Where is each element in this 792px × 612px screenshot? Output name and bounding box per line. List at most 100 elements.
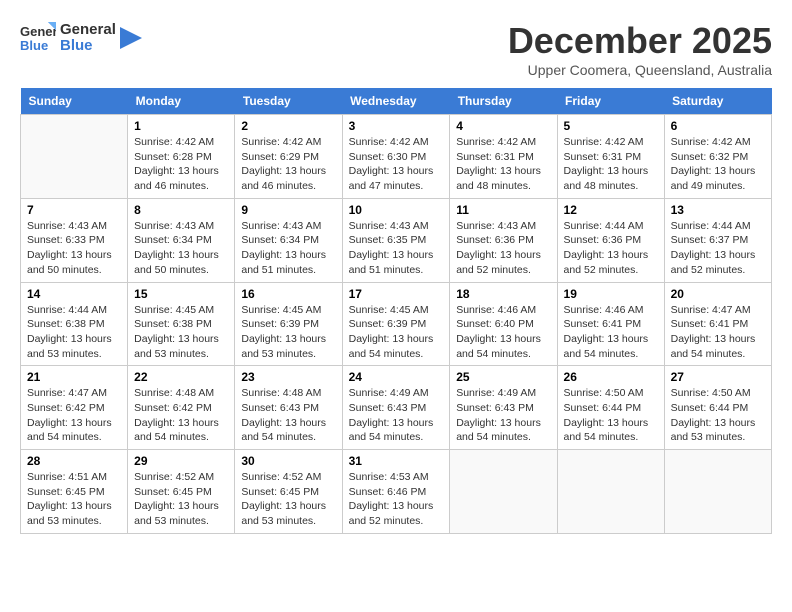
day-number: 9 — [241, 203, 335, 217]
day-number: 19 — [564, 287, 658, 301]
day-info: Sunrise: 4:45 AMSunset: 6:39 PMDaylight:… — [349, 303, 444, 362]
day-number: 16 — [241, 287, 335, 301]
day-cell-2-2: 16 Sunrise: 4:45 AMSunset: 6:39 PMDayligh… — [235, 282, 342, 366]
day-info: Sunrise: 4:43 AMSunset: 6:35 PMDaylight:… — [349, 219, 444, 278]
day-cell-1-2: 9 Sunrise: 4:43 AMSunset: 6:34 PMDaylight… — [235, 198, 342, 282]
day-number: 5 — [564, 119, 658, 133]
day-info: Sunrise: 4:42 AMSunset: 6:30 PMDaylight:… — [349, 135, 444, 194]
day-cell-2-4: 18 Sunrise: 4:46 AMSunset: 6:40 PMDayligh… — [450, 282, 557, 366]
day-info: Sunrise: 4:47 AMSunset: 6:42 PMDaylight:… — [27, 386, 121, 445]
header-sunday: Sunday — [21, 88, 128, 115]
day-number: 1 — [134, 119, 228, 133]
day-cell-2-0: 14Sunrise: 4:44 AMSunset: 6:38 PMDayligh… — [21, 282, 128, 366]
day-info: Sunrise: 4:46 AMSunset: 6:40 PMDaylight:… — [456, 303, 550, 362]
day-cell-4-6 — [664, 450, 771, 534]
day-cell-3-5: 26 Sunrise: 4:50 AMSunset: 6:44 PMDayligh… — [557, 366, 664, 450]
week-row-3: 14Sunrise: 4:44 AMSunset: 6:38 PMDayligh… — [21, 282, 772, 366]
day-info: Sunrise: 4:45 AMSunset: 6:39 PMDaylight:… — [241, 303, 335, 362]
day-info: Sunrise: 4:53 AMSunset: 6:46 PMDaylight:… — [349, 470, 444, 529]
day-info: Sunrise: 4:42 AMSunset: 6:31 PMDaylight:… — [564, 135, 658, 194]
day-number: 13 — [671, 203, 765, 217]
day-info: Sunrise: 4:48 AMSunset: 6:43 PMDaylight:… — [241, 386, 335, 445]
day-cell-0-0 — [21, 115, 128, 199]
day-cell-4-5 — [557, 450, 664, 534]
day-cell-0-3: 3 Sunrise: 4:42 AMSunset: 6:30 PMDaylight… — [342, 115, 450, 199]
day-info: Sunrise: 4:42 AMSunset: 6:29 PMDaylight:… — [241, 135, 335, 194]
svg-text:Blue: Blue — [20, 38, 48, 53]
day-cell-3-2: 23 Sunrise: 4:48 AMSunset: 6:43 PMDayligh… — [235, 366, 342, 450]
day-number: 31 — [349, 454, 444, 468]
day-number: 23 — [241, 370, 335, 384]
day-cell-2-5: 19 Sunrise: 4:46 AMSunset: 6:41 PMDayligh… — [557, 282, 664, 366]
header-thursday: Thursday — [450, 88, 557, 115]
day-cell-2-3: 17 Sunrise: 4:45 AMSunset: 6:39 PMDayligh… — [342, 282, 450, 366]
day-number: 25 — [456, 370, 550, 384]
day-number: 17 — [349, 287, 444, 301]
day-number: 8 — [134, 203, 228, 217]
day-number: 3 — [349, 119, 444, 133]
day-number: 10 — [349, 203, 444, 217]
day-cell-3-4: 25Sunrise: 4:49 AMSunset: 6:43 PMDayligh… — [450, 366, 557, 450]
day-cell-3-1: 22 Sunrise: 4:48 AMSunset: 6:42 PMDayligh… — [128, 366, 235, 450]
svg-text:General: General — [20, 24, 56, 39]
day-info: Sunrise: 4:42 AMSunset: 6:28 PMDaylight:… — [134, 135, 228, 194]
day-info: Sunrise: 4:42 AMSunset: 6:32 PMDaylight:… — [671, 135, 765, 194]
day-info: Sunrise: 4:51 AMSunset: 6:45 PMDaylight:… — [27, 470, 121, 529]
week-row-5: 28Sunrise: 4:51 AMSunset: 6:45 PMDayligh… — [21, 450, 772, 534]
logo-general: General — [60, 22, 116, 39]
day-info: Sunrise: 4:50 AMSunset: 6:44 PMDaylight:… — [564, 386, 658, 445]
month-title: December 2025 — [508, 20, 772, 62]
logo: General Blue General Blue — [20, 20, 142, 56]
day-info: Sunrise: 4:44 AMSunset: 6:37 PMDaylight:… — [671, 219, 765, 278]
header-tuesday: Tuesday — [235, 88, 342, 115]
day-info: Sunrise: 4:43 AMSunset: 6:36 PMDaylight:… — [456, 219, 550, 278]
day-cell-0-5: 5 Sunrise: 4:42 AMSunset: 6:31 PMDaylight… — [557, 115, 664, 199]
day-number: 18 — [456, 287, 550, 301]
header-wednesday: Wednesday — [342, 88, 450, 115]
day-cell-4-1: 29Sunrise: 4:52 AMSunset: 6:45 PMDayligh… — [128, 450, 235, 534]
day-cell-3-3: 24Sunrise: 4:49 AMSunset: 6:43 PMDayligh… — [342, 366, 450, 450]
day-cell-1-3: 10 Sunrise: 4:43 AMSunset: 6:35 PMDayligh… — [342, 198, 450, 282]
day-number: 29 — [134, 454, 228, 468]
week-row-4: 21 Sunrise: 4:47 AMSunset: 6:42 PMDayligh… — [21, 366, 772, 450]
day-number: 20 — [671, 287, 765, 301]
day-cell-4-4 — [450, 450, 557, 534]
title-block: December 2025 Upper Coomera, Queensland,… — [508, 20, 772, 78]
day-cell-2-1: 15 Sunrise: 4:45 AMSunset: 6:38 PMDayligh… — [128, 282, 235, 366]
day-cell-1-4: 11 Sunrise: 4:43 AMSunset: 6:36 PMDayligh… — [450, 198, 557, 282]
day-number: 11 — [456, 203, 550, 217]
day-cell-0-2: 2Sunrise: 4:42 AMSunset: 6:29 PMDaylight… — [235, 115, 342, 199]
header-friday: Friday — [557, 88, 664, 115]
day-number: 4 — [456, 119, 550, 133]
day-number: 14 — [27, 287, 121, 301]
day-number: 7 — [27, 203, 121, 217]
day-info: Sunrise: 4:44 AMSunset: 6:36 PMDaylight:… — [564, 219, 658, 278]
day-number: 6 — [671, 119, 765, 133]
day-number: 26 — [564, 370, 658, 384]
day-cell-4-0: 28Sunrise: 4:51 AMSunset: 6:45 PMDayligh… — [21, 450, 128, 534]
day-cell-1-1: 8 Sunrise: 4:43 AMSunset: 6:34 PMDaylight… — [128, 198, 235, 282]
day-cell-4-3: 31 Sunrise: 4:53 AMSunset: 6:46 PMDayligh… — [342, 450, 450, 534]
header-monday: Monday — [128, 88, 235, 115]
day-info: Sunrise: 4:43 AMSunset: 6:33 PMDaylight:… — [27, 219, 121, 278]
day-number: 24 — [349, 370, 444, 384]
day-cell-0-1: 1 Sunrise: 4:42 AMSunset: 6:28 PMDaylight… — [128, 115, 235, 199]
day-number: 15 — [134, 287, 228, 301]
day-info: Sunrise: 4:52 AMSunset: 6:45 PMDaylight:… — [241, 470, 335, 529]
logo-arrow-icon — [120, 27, 142, 49]
day-info: Sunrise: 4:43 AMSunset: 6:34 PMDaylight:… — [241, 219, 335, 278]
day-info: Sunrise: 4:43 AMSunset: 6:34 PMDaylight:… — [134, 219, 228, 278]
day-number: 21 — [27, 370, 121, 384]
day-info: Sunrise: 4:46 AMSunset: 6:41 PMDaylight:… — [564, 303, 658, 362]
location-title: Upper Coomera, Queensland, Australia — [508, 62, 772, 78]
day-cell-3-6: 27Sunrise: 4:50 AMSunset: 6:44 PMDayligh… — [664, 366, 771, 450]
day-number: 22 — [134, 370, 228, 384]
day-cell-3-0: 21 Sunrise: 4:47 AMSunset: 6:42 PMDayligh… — [21, 366, 128, 450]
day-info: Sunrise: 4:48 AMSunset: 6:42 PMDaylight:… — [134, 386, 228, 445]
day-number: 30 — [241, 454, 335, 468]
week-row-2: 7 Sunrise: 4:43 AMSunset: 6:33 PMDaylight… — [21, 198, 772, 282]
day-info: Sunrise: 4:45 AMSunset: 6:38 PMDaylight:… — [134, 303, 228, 362]
day-number: 12 — [564, 203, 658, 217]
calendar-table: Sunday Monday Tuesday Wednesday Thursday… — [20, 88, 772, 534]
logo-blue: Blue — [60, 38, 116, 55]
